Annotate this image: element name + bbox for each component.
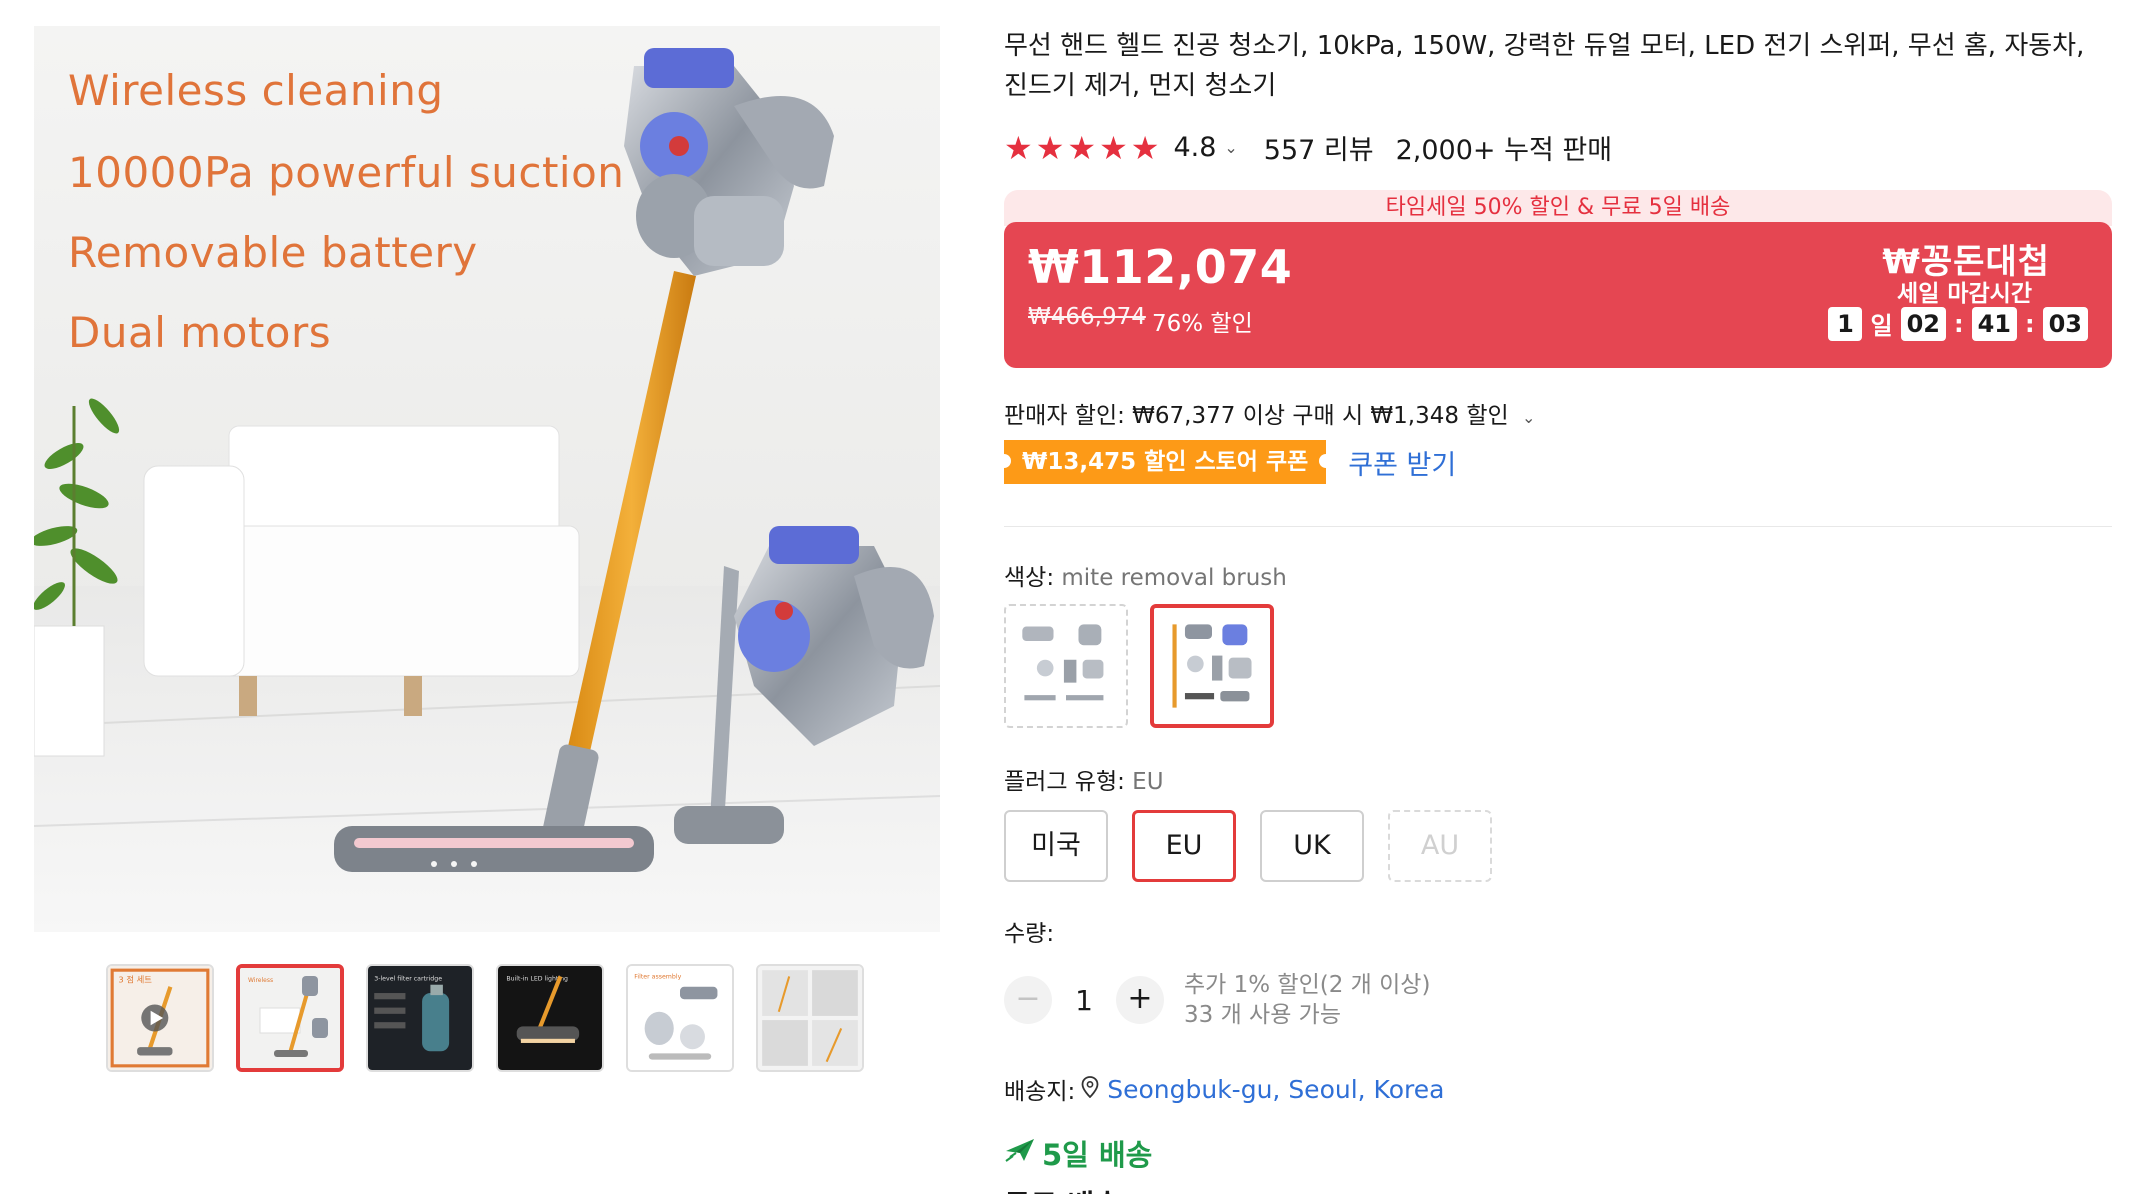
thumbnail-6[interactable] bbox=[756, 964, 864, 1072]
countdown-separator: : bbox=[2024, 309, 2035, 338]
thumbnail-strip: 3 점 세트 Wireless 3-level filter cartridge bbox=[106, 964, 864, 1072]
star-icon: ★ bbox=[1130, 128, 1160, 167]
countdown-timer: 1 일 02 : 41 : 03 bbox=[1828, 306, 2088, 341]
quantity-plus-button[interactable]: + bbox=[1116, 976, 1164, 1024]
star-icon: ★ bbox=[1099, 128, 1128, 167]
rating-value[interactable]: 4.8 bbox=[1173, 132, 1216, 163]
thumbnail-video[interactable]: 3 점 세트 bbox=[106, 964, 214, 1072]
get-coupon-link[interactable]: 쿠폰 받기 bbox=[1348, 443, 1456, 482]
feature-text-2: 10000Pa powerful suction bbox=[68, 148, 625, 197]
thumbnail-5[interactable]: Filter assembly bbox=[626, 964, 734, 1072]
plug-option-uk[interactable]: UK bbox=[1260, 810, 1364, 882]
location-pin-icon bbox=[1081, 1076, 1099, 1102]
main-product-image[interactable]: Wireless cleaning 10000Pa powerful sucti… bbox=[34, 26, 940, 932]
promo-banner: 타임세일 50% 할인 & 무료 5일 배송 bbox=[1004, 190, 2112, 226]
feature-text-1: Wireless cleaning bbox=[68, 66, 444, 115]
shipping-label: 배송지: bbox=[1004, 1079, 1076, 1105]
thumb-caption-1: 3 점 세트 bbox=[118, 975, 152, 985]
star-icon: ★ bbox=[1067, 128, 1097, 167]
rating-row: ★ ★ ★ ★ ★ 4.8 ⌄ 557 리뷰 2,000+ 누적 판매 bbox=[1004, 128, 1612, 167]
star-icon: ★ bbox=[1035, 128, 1065, 167]
color-option-mite-brush[interactable] bbox=[1150, 604, 1274, 728]
product-info: 무선 핸드 헬드 진공 청소기, 10kPa, 150W, 강력한 듀얼 모터,… bbox=[996, 26, 2112, 1194]
countdown-separator: : bbox=[1953, 309, 1964, 338]
quantity-stepper: − 1 + 추가 1% 할인(2 개 이상) 33 개 사용 가능 bbox=[1004, 970, 1430, 1030]
thumbnail-selected[interactable]: Wireless bbox=[236, 964, 344, 1072]
svg-text:3-level filter cartridge: 3-level filter cartridge bbox=[374, 976, 442, 983]
color-option-standard[interactable] bbox=[1004, 604, 1128, 728]
original-price: ₩466,974 bbox=[1028, 304, 1146, 330]
sold-count: 2,000+ 누적 판매 bbox=[1395, 135, 1613, 166]
shipping-destination: 배송지: Seongbuk-gu, Seoul, Korea bbox=[1004, 1072, 1444, 1106]
quantity-note: 추가 1% 할인(2 개 이상) 33 개 사용 가능 bbox=[1184, 970, 1430, 1030]
countdown-seconds: 03 bbox=[2042, 306, 2088, 341]
color-options bbox=[1004, 604, 1274, 728]
countdown-minutes: 41 bbox=[1971, 306, 2017, 341]
svg-text:Wireless: Wireless bbox=[248, 977, 273, 984]
seller-discount-text: 판매자 할인: ₩67,377 이상 구매 시 ₩1,348 할인 bbox=[1004, 403, 1509, 429]
countdown-day-unit: 일 bbox=[1870, 312, 1893, 340]
current-price: ₩112,074 bbox=[1028, 240, 1293, 294]
sale-ends-label: 세일 마감시간 bbox=[1897, 281, 2032, 307]
thumbnail-3[interactable]: 3-level filter cartridge bbox=[366, 964, 474, 1072]
price-box: ₩112,074 ₩466,974 76% 할인 ₩꽁돈대첩 세일 마감시간 1… bbox=[1004, 222, 2112, 368]
chevron-down-icon: ⌄ bbox=[1521, 408, 1536, 427]
coupon-row: ₩13,475 할인 스토어 쿠폰 쿠폰 받기 bbox=[996, 440, 1456, 484]
delivery-days: 5일 배송 bbox=[1042, 1138, 1153, 1172]
countdown-days: 1 bbox=[1828, 306, 1863, 341]
plug-option-au: AU bbox=[1388, 810, 1492, 882]
quantity-label: 수량: bbox=[1004, 921, 1055, 947]
feature-text-3: Removable battery bbox=[68, 228, 478, 277]
quantity-minus-button[interactable]: − bbox=[1004, 976, 1052, 1024]
selected-plug: EU bbox=[1124, 769, 1164, 795]
plug-option-us[interactable]: 미국 bbox=[1004, 810, 1108, 882]
shipping-location-link[interactable]: Seongbuk-gu, Seoul, Korea bbox=[1107, 1075, 1444, 1104]
free-shipping: 무료 배송 bbox=[1004, 1182, 1121, 1194]
countdown-hours: 02 bbox=[1900, 306, 1946, 341]
color-label: 색상: mite removal brush bbox=[1004, 565, 1287, 591]
seller-discount[interactable]: 판매자 할인: ₩67,377 이상 구매 시 ₩1,348 할인 ⌄ bbox=[1004, 396, 1535, 430]
star-rating: ★ ★ ★ ★ ★ bbox=[1004, 132, 1159, 164]
thumbnail-4[interactable]: Built-in LED lighting bbox=[496, 964, 604, 1072]
plane-icon bbox=[1004, 1136, 1036, 1170]
review-count[interactable]: 557 리뷰 bbox=[1264, 128, 1374, 167]
feature-text-4: Dual motors bbox=[68, 308, 332, 357]
bulk-discount-note: 추가 1% 할인(2 개 이상) bbox=[1184, 972, 1431, 998]
product-title: 무선 핸드 헬드 진공 청소기, 10kPa, 150W, 강력한 듀얼 모터,… bbox=[1004, 31, 2085, 101]
stock-available: 33 개 사용 가능 bbox=[1184, 1002, 1341, 1028]
divider bbox=[1004, 526, 2112, 527]
delivery-estimate: 5일 배송 bbox=[1004, 1132, 1152, 1174]
discount-percent: 76% 할인 bbox=[1152, 311, 1253, 337]
plug-option-eu[interactable]: EU bbox=[1132, 810, 1236, 882]
plug-label: 플러그 유형: EU bbox=[1004, 769, 1164, 795]
plug-options: 미국 EU UK AU bbox=[1004, 810, 1492, 882]
star-icon: ★ bbox=[1004, 128, 1033, 167]
thumb-caption-5: Filter assembly bbox=[634, 973, 681, 980]
selected-color: mite removal brush bbox=[1054, 565, 1287, 591]
quantity-value[interactable]: 1 bbox=[1052, 984, 1116, 1017]
store-coupon: ₩13,475 할인 스토어 쿠폰 bbox=[996, 440, 1334, 484]
chevron-down-icon[interactable]: ⌄ bbox=[1224, 138, 1237, 157]
